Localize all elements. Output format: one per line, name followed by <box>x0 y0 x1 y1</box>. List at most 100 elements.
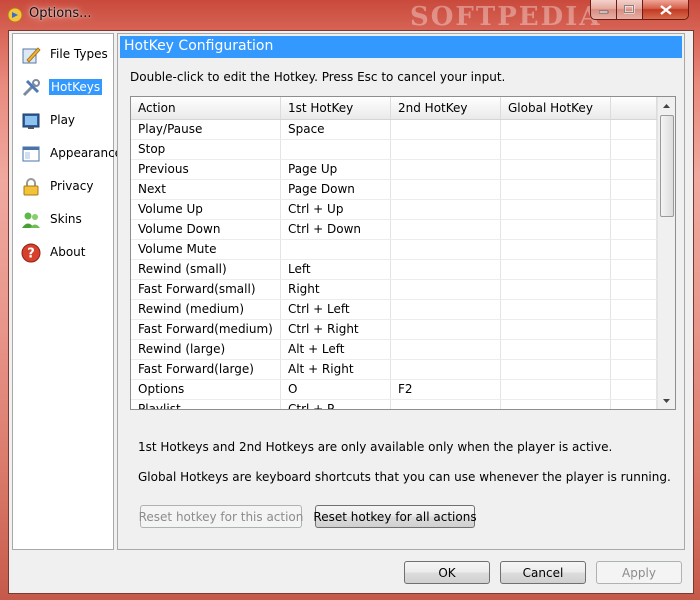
cell-1st-hotkey[interactable]: Page Up <box>281 160 391 179</box>
maximize-button[interactable] <box>616 0 643 20</box>
cell-global-hotkey[interactable] <box>501 200 611 219</box>
cell-1st-hotkey[interactable]: Ctrl + P <box>281 400 391 409</box>
cell-2nd-hotkey[interactable] <box>391 260 501 279</box>
title-bar[interactable]: Options... SOFTPEDIA <box>0 0 700 32</box>
cell-action: Next <box>131 180 281 199</box>
note-active-hotkeys: 1st Hotkeys and 2nd Hotkeys are only ava… <box>138 440 613 454</box>
table-row[interactable]: Fast Forward(medium) Ctrl + Right <box>131 320 657 340</box>
cell-2nd-hotkey[interactable] <box>391 300 501 319</box>
column-header-2nd-hotkey[interactable]: 2nd HotKey <box>391 97 501 119</box>
cell-1st-hotkey[interactable]: Left <box>281 260 391 279</box>
cell-action: Volume Mute <box>131 240 281 259</box>
cell-2nd-hotkey[interactable] <box>391 160 501 179</box>
cell-1st-hotkey[interactable]: Ctrl + Left <box>281 300 391 319</box>
sidebar-item-hotkeys[interactable]: HotKeys <box>17 73 111 102</box>
cell-2nd-hotkey[interactable] <box>391 400 501 409</box>
scroll-thumb[interactable] <box>660 115 674 217</box>
cell-2nd-hotkey[interactable] <box>391 180 501 199</box>
svg-text:?: ? <box>27 247 35 262</box>
sidebar-item-play[interactable]: Play <box>17 106 111 135</box>
cell-2nd-hotkey[interactable] <box>391 240 501 259</box>
cell-global-hotkey[interactable] <box>501 280 611 299</box>
cell-action: Volume Down <box>131 220 281 239</box>
table-row[interactable]: Playlist Ctrl + P <box>131 400 657 409</box>
ok-button[interactable]: OK <box>404 561 490 584</box>
table-row[interactable]: Rewind (medium) Ctrl + Left <box>131 300 657 320</box>
cell-global-hotkey[interactable] <box>501 400 611 409</box>
sidebar-item-file-types[interactable]: File Types <box>17 40 111 69</box>
cell-1st-hotkey[interactable]: Ctrl + Right <box>281 320 391 339</box>
reset-hotkey-this-action-button[interactable]: Reset hotkey for this action <box>139 505 303 528</box>
column-header-global-hotkey[interactable]: Global HotKey <box>501 97 611 119</box>
table-row[interactable]: Next Page Down <box>131 180 657 200</box>
table-row[interactable]: Volume Down Ctrl + Down <box>131 220 657 240</box>
cell-2nd-hotkey[interactable] <box>391 320 501 339</box>
column-header-action[interactable]: Action <box>131 97 281 119</box>
table-row[interactable]: Fast Forward(large) Alt + Right <box>131 360 657 380</box>
table-row[interactable]: Stop <box>131 140 657 160</box>
cell-global-hotkey[interactable] <box>501 300 611 319</box>
cell-1st-hotkey[interactable]: Ctrl + Down <box>281 220 391 239</box>
cell-global-hotkey[interactable] <box>501 140 611 159</box>
cell-action: Rewind (large) <box>131 340 281 359</box>
cell-global-hotkey[interactable] <box>501 220 611 239</box>
sidebar-item-about[interactable]: ? About <box>17 238 111 267</box>
sidebar-item-privacy[interactable]: Privacy <box>17 172 111 201</box>
table-row[interactable]: Play/Pause Space <box>131 120 657 140</box>
cell-global-hotkey[interactable] <box>501 380 611 399</box>
cell-2nd-hotkey[interactable] <box>391 280 501 299</box>
cell-filler <box>611 360 657 379</box>
cell-2nd-hotkey[interactable]: F2 <box>391 380 501 399</box>
minimize-button[interactable] <box>590 0 617 20</box>
scroll-up-button[interactable] <box>658 97 675 114</box>
table-row[interactable]: Previous Page Up <box>131 160 657 180</box>
cell-2nd-hotkey[interactable] <box>391 340 501 359</box>
cell-global-hotkey[interactable] <box>501 120 611 139</box>
reset-hotkey-all-actions-button[interactable]: Reset hotkey for all actions <box>313 505 477 528</box>
cell-global-hotkey[interactable] <box>501 240 611 259</box>
note-global-hotkeys: Global Hotkeys are keyboard shortcuts th… <box>138 470 671 484</box>
cell-filler <box>611 200 657 219</box>
window-frame: Options... SOFTPEDIA File Types HotKeys … <box>0 0 700 600</box>
sidebar-item-skins[interactable]: Skins <box>17 205 111 234</box>
sidebar-item-label: About <box>50 245 86 259</box>
cell-global-hotkey[interactable] <box>501 180 611 199</box>
cell-1st-hotkey[interactable]: Alt + Left <box>281 340 391 359</box>
cell-2nd-hotkey[interactable] <box>391 220 501 239</box>
cell-action: Fast Forward(large) <box>131 360 281 379</box>
cell-2nd-hotkey[interactable] <box>391 360 501 379</box>
sidebar-item-appearance[interactable]: Appearance <box>17 139 122 168</box>
apply-button[interactable]: Apply <box>596 561 682 584</box>
column-header-1st-hotkey[interactable]: 1st HotKey <box>281 97 391 119</box>
cell-filler <box>611 140 657 159</box>
cell-1st-hotkey[interactable]: Space <box>281 120 391 139</box>
cell-2nd-hotkey[interactable] <box>391 120 501 139</box>
cancel-button[interactable]: Cancel <box>500 561 586 584</box>
cell-1st-hotkey[interactable] <box>281 240 391 259</box>
cell-global-hotkey[interactable] <box>501 360 611 379</box>
cell-2nd-hotkey[interactable] <box>391 140 501 159</box>
cell-1st-hotkey[interactable]: O <box>281 380 391 399</box>
sidebar-item-label: Play <box>50 113 76 127</box>
table-row[interactable]: Options O F2 <box>131 380 657 400</box>
cell-global-hotkey[interactable] <box>501 260 611 279</box>
table-row[interactable]: Rewind (large) Alt + Left <box>131 340 657 360</box>
table-row[interactable]: Volume Up Ctrl + Up <box>131 200 657 220</box>
table-row[interactable]: Volume Mute <box>131 240 657 260</box>
cell-global-hotkey[interactable] <box>501 160 611 179</box>
scroll-down-button[interactable] <box>658 392 675 409</box>
table-row[interactable]: Fast Forward(small) Right <box>131 280 657 300</box>
cell-filler <box>611 240 657 259</box>
table-row[interactable]: Rewind (small) Left <box>131 260 657 280</box>
cell-1st-hotkey[interactable]: Alt + Right <box>281 360 391 379</box>
cell-1st-hotkey[interactable] <box>281 140 391 159</box>
cell-global-hotkey[interactable] <box>501 320 611 339</box>
close-button[interactable] <box>642 0 689 20</box>
cell-2nd-hotkey[interactable] <box>391 200 501 219</box>
window-title: Options... <box>29 6 92 21</box>
cell-1st-hotkey[interactable]: Page Down <box>281 180 391 199</box>
cell-1st-hotkey[interactable]: Ctrl + Up <box>281 200 391 219</box>
cell-global-hotkey[interactable] <box>501 340 611 359</box>
table-scrollbar[interactable] <box>657 97 675 409</box>
cell-1st-hotkey[interactable]: Right <box>281 280 391 299</box>
